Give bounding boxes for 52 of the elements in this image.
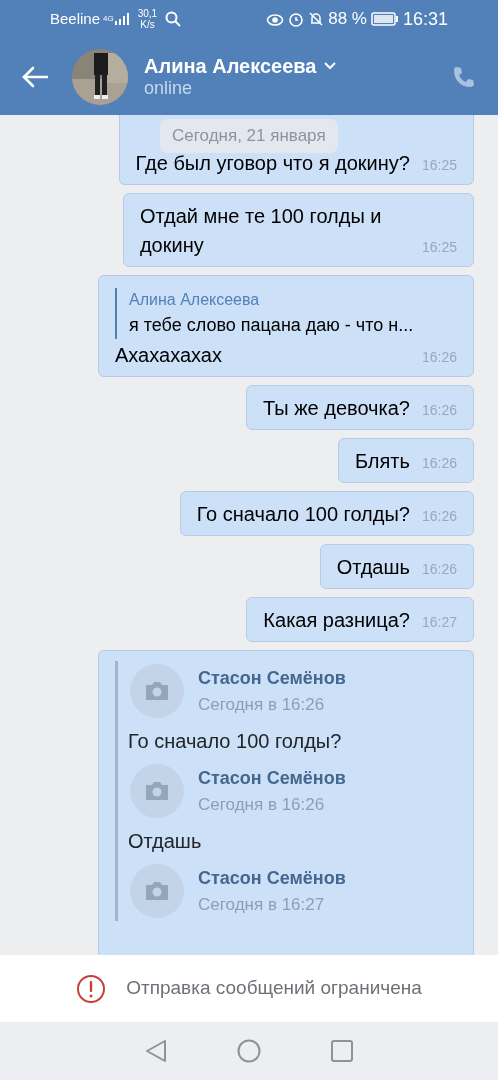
forward-time: Сегодня в 16:27 bbox=[198, 893, 326, 916]
camera-icon bbox=[143, 680, 171, 702]
battery-percent: 88 % bbox=[328, 8, 367, 31]
message-text: Где был уговор что я докину? bbox=[135, 151, 410, 176]
author-name: Стасон Семёнов bbox=[198, 766, 346, 790]
message-time: 16:26 bbox=[421, 348, 457, 367]
forward-time: Сегодня в 16:26 bbox=[198, 693, 326, 716]
author-name: Стасон Семёнов bbox=[198, 866, 346, 890]
quote-text: я тебе слово пацана даю - что н... bbox=[129, 314, 415, 337]
message-text: Ты же девочка? bbox=[262, 396, 410, 421]
chevron-down-icon[interactable] bbox=[324, 61, 337, 70]
battery-icon bbox=[370, 12, 399, 26]
message-text: Отдашь bbox=[336, 555, 410, 580]
forward-time: Сегодня в 16:26 bbox=[198, 793, 326, 816]
message-time: 16:25 bbox=[421, 156, 457, 175]
message-time: 16:26 bbox=[421, 454, 457, 473]
message-text: Отдашь bbox=[128, 829, 203, 854]
message-text: Го сначало 100 голды? bbox=[128, 729, 343, 754]
camera-icon bbox=[143, 880, 171, 902]
message-text: Го сначало 100 голды? bbox=[196, 502, 410, 527]
message-text: Отдай мне те 100 голды и докину bbox=[139, 204, 383, 258]
recents-nav-icon[interactable] bbox=[331, 1040, 353, 1062]
search-icon bbox=[165, 11, 182, 27]
speed-value: 30,1 bbox=[137, 8, 158, 19]
online-status: online bbox=[144, 77, 194, 100]
message-time: 16:26 bbox=[421, 560, 457, 579]
message-time: 16:26 bbox=[421, 401, 457, 420]
message-text: Какая разница? bbox=[263, 608, 410, 633]
message-text: Ахахахахах bbox=[115, 343, 222, 368]
home-nav-icon[interactable] bbox=[237, 1039, 261, 1063]
phone-icon[interactable] bbox=[452, 64, 476, 89]
signal-icon bbox=[113, 13, 130, 25]
camera-icon bbox=[143, 780, 171, 802]
warning-icon bbox=[76, 973, 107, 1004]
date-pill: Сегодня, 21 января bbox=[160, 119, 338, 153]
eye-icon bbox=[266, 12, 285, 26]
speed-unit: K/s bbox=[139, 19, 156, 30]
message-text: Блять bbox=[354, 449, 410, 474]
restriction-notice: Отправка сообщений ограничена bbox=[126, 976, 422, 1001]
bell-off-icon bbox=[308, 11, 325, 27]
author-name: Стасон Семёнов bbox=[198, 666, 346, 690]
contact-name[interactable]: Алина Алексеева bbox=[144, 53, 317, 78]
message-time: 16:26 bbox=[421, 507, 457, 526]
back-nav-icon[interactable] bbox=[145, 1039, 167, 1063]
quote-author: Алина Алексеева bbox=[129, 290, 261, 310]
network-label: 4G bbox=[103, 13, 114, 25]
message-time: 16:27 bbox=[421, 613, 457, 632]
message-time: 16:25 bbox=[421, 238, 457, 257]
alarm-icon bbox=[288, 11, 305, 27]
carrier-name: Beeline bbox=[50, 8, 101, 29]
back-arrow-icon[interactable] bbox=[22, 65, 48, 88]
clock-time: 16:31 bbox=[402, 7, 448, 31]
